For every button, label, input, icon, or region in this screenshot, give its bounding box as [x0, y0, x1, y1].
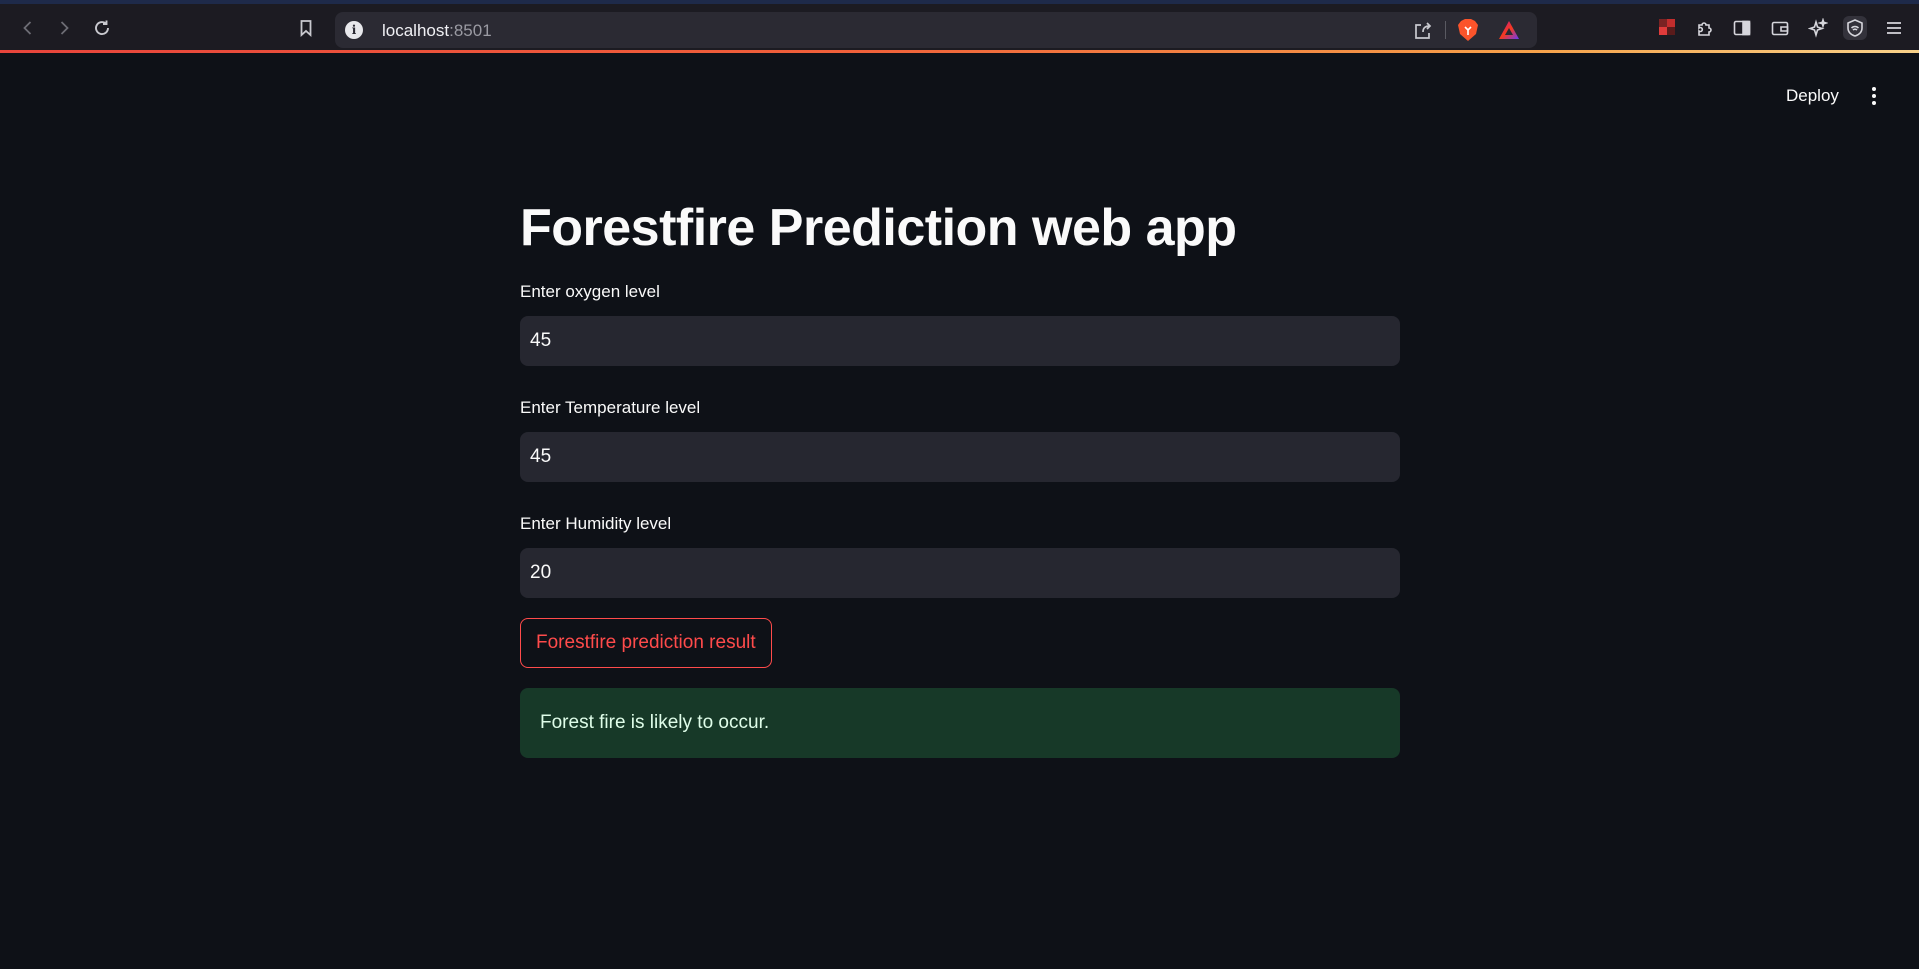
- oxygen-group: Enter oxygen level 45: [520, 280, 1400, 366]
- wallet-icon[interactable]: [1768, 16, 1792, 40]
- kebab-dot: [1872, 101, 1876, 105]
- temperature-group: Enter Temperature level 45: [520, 396, 1400, 482]
- leo-ai-icon[interactable]: [1806, 16, 1830, 40]
- page-load-bar: [0, 50, 1919, 53]
- back-icon[interactable]: [14, 14, 42, 42]
- share-icon[interactable]: [1412, 20, 1434, 42]
- oxygen-label: Enter oxygen level: [520, 282, 660, 301]
- extension-pixel-icon[interactable]: [1656, 16, 1680, 40]
- forward-icon[interactable]: [50, 14, 78, 42]
- reload-icon[interactable]: [88, 14, 116, 42]
- kebab-dot: [1872, 87, 1876, 91]
- site-info-icon[interactable]: i: [345, 21, 363, 39]
- predict-button[interactable]: Forestfire prediction result: [520, 618, 772, 668]
- url-text[interactable]: localhost:8501: [382, 21, 492, 41]
- result-success-alert: Forest fire is likely to occur.: [520, 688, 1400, 758]
- address-bar[interactable]: i localhost:8501: [335, 12, 1537, 48]
- temperature-input[interactable]: 45: [520, 432, 1400, 482]
- vpn-icon[interactable]: [1843, 16, 1867, 40]
- kebab-menu-icon[interactable]: [1862, 84, 1886, 108]
- humidity-label: Enter Humidity level: [520, 514, 672, 533]
- deploy-button[interactable]: Deploy: [1772, 82, 1853, 110]
- oxygen-input[interactable]: 45: [520, 316, 1400, 366]
- page-title: Forestfire Prediction web app: [520, 199, 1237, 257]
- url-host: localhost: [382, 21, 450, 40]
- brave-rewards-icon[interactable]: [1498, 20, 1520, 40]
- url-port: :8501: [449, 21, 492, 40]
- sidebar-icon[interactable]: [1730, 16, 1754, 40]
- extensions-icon[interactable]: [1693, 16, 1717, 40]
- browser-toolbar: i localhost:8501: [0, 0, 1919, 52]
- bookmark-icon[interactable]: [292, 14, 320, 42]
- humidity-input[interactable]: 20: [520, 548, 1400, 598]
- kebab-dot: [1872, 94, 1876, 98]
- main-content: Forestfire Prediction web app Enter oxyg…: [520, 196, 1400, 758]
- humidity-group: Enter Humidity level 20: [520, 512, 1400, 598]
- brave-shields-icon[interactable]: [1457, 18, 1479, 42]
- temperature-label: Enter Temperature level: [520, 398, 701, 417]
- menu-icon[interactable]: [1882, 16, 1906, 40]
- url-separator: [1445, 21, 1446, 39]
